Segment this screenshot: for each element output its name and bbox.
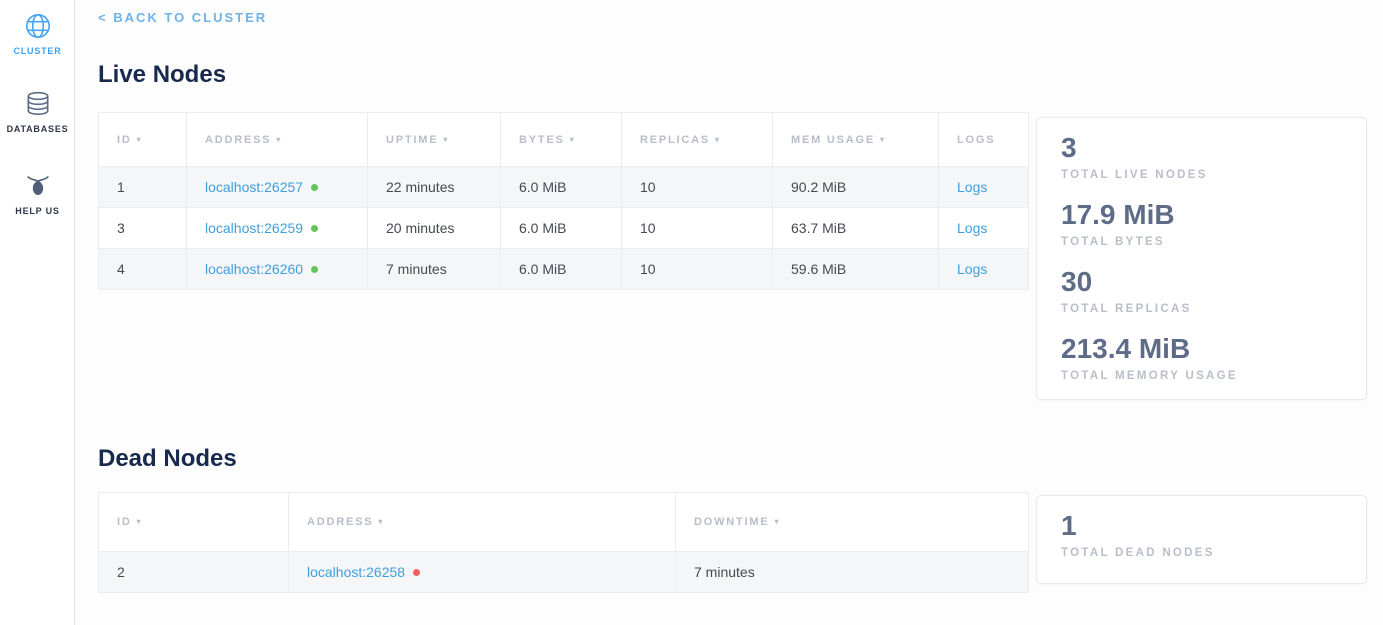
node-mem-usage-cell: 90.2 MiB	[773, 167, 939, 208]
sidebar-item-label: DATABASES	[0, 124, 75, 134]
stat-label: TOTAL BYTES	[1061, 235, 1342, 250]
cockroach-icon	[0, 172, 75, 200]
col-header-id[interactable]: ID▾	[99, 493, 289, 552]
node-mem-usage-cell: 59.6 MiB	[773, 249, 939, 290]
stat-value: 1	[1061, 509, 1342, 543]
globe-icon	[0, 12, 75, 40]
node-bytes-cell: 6.0 MiB	[501, 167, 622, 208]
node-uptime-cell: 20 minutes	[368, 208, 501, 249]
summary-stat: 213.4 MiB TOTAL MEMORY USAGE	[1061, 332, 1342, 384]
node-bytes-cell: 6.0 MiB	[501, 208, 622, 249]
live-nodes-table: ID▾ ADDRESS▾ UPTIME▾ BYTES▾ REPLICAS▾ ME…	[98, 112, 1029, 290]
node-live-dot	[311, 225, 318, 232]
stat-label: TOTAL LIVE NODES	[1061, 168, 1342, 183]
sidebar-item-databases[interactable]: DATABASES	[0, 90, 75, 134]
table-row: 1 localhost:26257 22 minutes 6.0 MiB 10 …	[99, 167, 1029, 208]
node-address-link[interactable]: localhost:26259	[205, 220, 303, 236]
node-address-cell: localhost:26259	[187, 208, 368, 249]
summary-stat: 30 TOTAL REPLICAS	[1061, 265, 1342, 317]
table-row: 3 localhost:26259 20 minutes 6.0 MiB 10 …	[99, 208, 1029, 249]
stat-label: TOTAL MEMORY USAGE	[1061, 369, 1342, 384]
node-address-link[interactable]: localhost:26258	[307, 564, 405, 580]
databases-icon	[0, 90, 75, 118]
stat-label: TOTAL REPLICAS	[1061, 302, 1342, 317]
col-header-address[interactable]: ADDRESS▾	[187, 113, 368, 167]
sort-arrow-icon: ▾	[570, 135, 576, 144]
node-dead-dot	[413, 569, 420, 576]
node-logs-link[interactable]: Logs	[957, 179, 987, 195]
node-address-link[interactable]: localhost:26257	[205, 179, 303, 195]
node-address-cell: localhost:26257	[187, 167, 368, 208]
sort-arrow-icon: ▾	[443, 135, 449, 144]
sidebar-item-help-us[interactable]: HELP US	[0, 172, 75, 216]
stat-value: 3	[1061, 131, 1342, 165]
stat-value: 213.4 MiB	[1061, 332, 1342, 366]
sort-arrow-icon: ▾	[715, 135, 721, 144]
col-header-replicas[interactable]: REPLICAS▾	[622, 113, 773, 167]
node-logs-cell: Logs	[939, 167, 1029, 208]
col-header-uptime[interactable]: UPTIME▾	[368, 113, 501, 167]
node-id-cell: 2	[99, 552, 289, 593]
live-nodes-summary-card: 3 TOTAL LIVE NODES 17.9 MiB TOTAL BYTES …	[1036, 117, 1367, 400]
sort-arrow-icon: ▾	[137, 135, 143, 144]
dead-nodes-table: ID▾ ADDRESS▾ DOWNTIME▾ 2 localhost:26258…	[98, 492, 1029, 593]
node-id-cell: 1	[99, 167, 187, 208]
node-mem-usage-cell: 63.7 MiB	[773, 208, 939, 249]
col-header-mem-usage[interactable]: MEM USAGE▾	[773, 113, 939, 167]
node-logs-link[interactable]: Logs	[957, 220, 987, 236]
dead-nodes-summary-card: 1 TOTAL DEAD NODES	[1036, 495, 1367, 584]
node-logs-link[interactable]: Logs	[957, 261, 987, 277]
node-replicas-cell: 10	[622, 167, 773, 208]
sort-arrow-icon: ▾	[880, 135, 886, 144]
sidebar-item-cluster[interactable]: CLUSTER	[0, 12, 75, 56]
dead-nodes-header-row: ID▾ ADDRESS▾ DOWNTIME▾	[99, 493, 1029, 552]
table-row: 4 localhost:26260 7 minutes 6.0 MiB 10 5…	[99, 249, 1029, 290]
node-logs-cell: Logs	[939, 249, 1029, 290]
dead-nodes-title: Dead Nodes	[98, 445, 237, 473]
live-nodes-header-row: ID▾ ADDRESS▾ UPTIME▾ BYTES▾ REPLICAS▾ ME…	[99, 113, 1029, 167]
col-header-bytes[interactable]: BYTES▾	[501, 113, 622, 167]
sidebar-item-label: HELP US	[0, 206, 75, 216]
node-downtime-cell: 7 minutes	[676, 552, 1029, 593]
table-row: 2 localhost:26258 7 minutes	[99, 552, 1029, 593]
node-id-cell: 4	[99, 249, 187, 290]
sidebar: CLUSTER DATABASES HELP US	[0, 0, 75, 625]
node-live-dot	[311, 184, 318, 191]
col-header-address[interactable]: ADDRESS▾	[289, 493, 676, 552]
node-uptime-cell: 7 minutes	[368, 249, 501, 290]
sidebar-item-label: CLUSTER	[0, 46, 75, 56]
col-header-logs: LOGS	[939, 113, 1029, 167]
node-uptime-cell: 22 minutes	[368, 167, 501, 208]
node-logs-cell: Logs	[939, 208, 1029, 249]
sort-arrow-icon: ▾	[775, 517, 781, 526]
back-to-cluster-link[interactable]: < BACK TO CLUSTER	[98, 10, 267, 25]
node-address-cell: localhost:26260	[187, 249, 368, 290]
sort-arrow-icon: ▾	[378, 517, 384, 526]
summary-stat: 3 TOTAL LIVE NODES	[1061, 131, 1342, 183]
node-replicas-cell: 10	[622, 249, 773, 290]
summary-stat: 17.9 MiB TOTAL BYTES	[1061, 198, 1342, 250]
sort-arrow-icon: ▾	[276, 135, 282, 144]
node-bytes-cell: 6.0 MiB	[501, 249, 622, 290]
node-replicas-cell: 10	[622, 208, 773, 249]
node-id-cell: 3	[99, 208, 187, 249]
summary-stat: 1 TOTAL DEAD NODES	[1061, 509, 1342, 561]
sort-arrow-icon: ▾	[137, 517, 143, 526]
stat-label: TOTAL DEAD NODES	[1061, 546, 1342, 561]
node-address-cell: localhost:26258	[289, 552, 676, 593]
node-address-link[interactable]: localhost:26260	[205, 261, 303, 277]
stat-value: 17.9 MiB	[1061, 198, 1342, 232]
live-nodes-title: Live Nodes	[98, 61, 226, 89]
stat-value: 30	[1061, 265, 1342, 299]
node-live-dot	[311, 266, 318, 273]
col-header-downtime[interactable]: DOWNTIME▾	[676, 493, 1029, 552]
col-header-id[interactable]: ID▾	[99, 113, 187, 167]
